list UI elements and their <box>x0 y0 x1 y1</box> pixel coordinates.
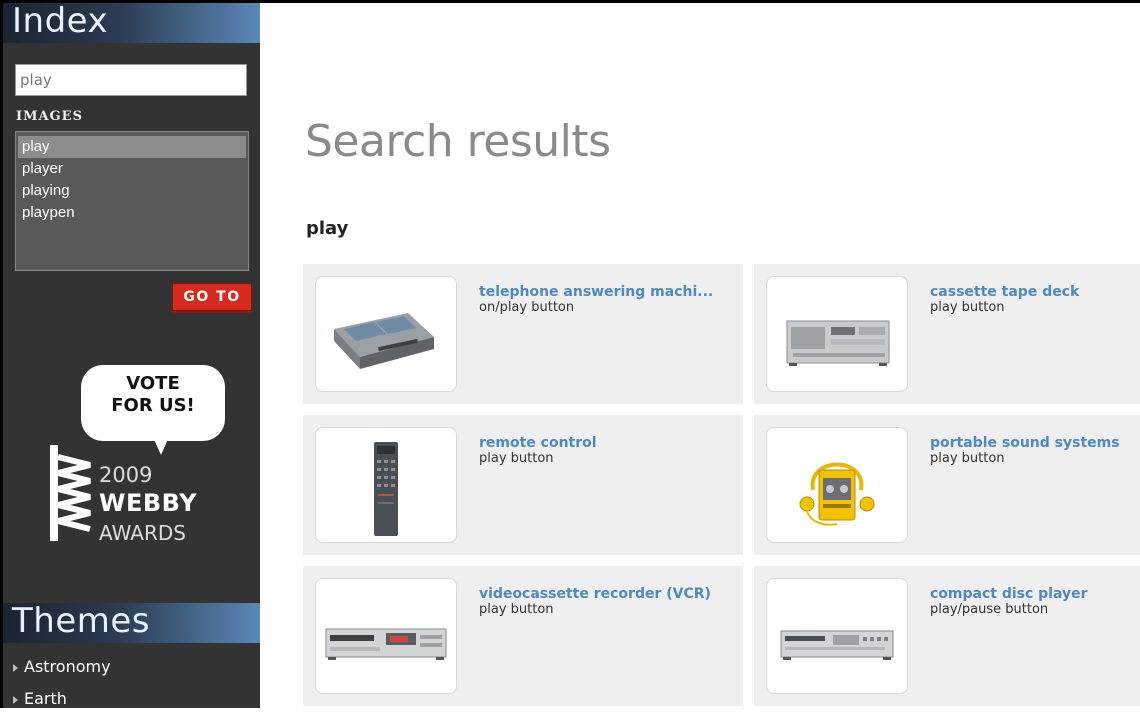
result-title[interactable]: compact disc player <box>930 586 1140 602</box>
sidebar: Index IMAGES play player playing playpen… <box>3 1 260 708</box>
result-title[interactable]: remote control <box>479 435 741 451</box>
result-card[interactable]: remote control play button <box>303 415 743 555</box>
theme-item-astronomy[interactable]: Astronomy <box>13 657 111 689</box>
caret-right-icon <box>13 663 18 672</box>
index-title: Index <box>12 1 109 41</box>
result-title[interactable]: cassette tape deck <box>930 284 1140 300</box>
result-subtitle: on/play button <box>479 300 575 315</box>
listbox-item-playing[interactable]: playing <box>18 180 246 202</box>
goto-button[interactable]: GO TO <box>172 283 252 311</box>
result-subtitle: play button <box>930 300 1005 315</box>
answering-machine-image[interactable] <box>315 276 457 392</box>
portable-cassette-player-image[interactable] <box>766 427 908 543</box>
result-card[interactable]: videocassette recorder (VCR) play button <box>303 566 743 706</box>
result-subtitle: play button <box>479 602 554 617</box>
vote-text[interactable]: VOTE FOR US! <box>81 373 225 417</box>
cassette-deck-image[interactable] <box>766 276 908 392</box>
search-input[interactable] <box>15 64 247 96</box>
vote-line1: VOTE <box>126 373 180 394</box>
listbox-item-player[interactable]: player <box>18 158 246 180</box>
result-title[interactable]: telephone answering machi... <box>479 284 741 300</box>
webby-awards: AWARDS <box>99 521 186 545</box>
webby-spring-icon <box>50 445 91 541</box>
vote-bubble-tail <box>153 437 169 455</box>
caret-right-icon <box>13 695 18 704</box>
result-title[interactable]: portable sound systems <box>930 435 1140 451</box>
webby-year: 2009 <box>99 463 153 487</box>
listbox-item-play[interactable]: play <box>18 136 246 158</box>
themes-title: Themes <box>12 601 150 641</box>
theme-item-earth[interactable]: Earth <box>13 689 111 721</box>
result-subtitle: play button <box>479 451 554 466</box>
images-listbox[interactable]: play player playing playpen <box>15 131 249 271</box>
listbox-item-playpen[interactable]: playpen <box>18 202 246 224</box>
vote-line2: FOR US! <box>111 395 195 416</box>
themes-list: Astronomy Earth <box>13 657 111 721</box>
themes-header: Themes <box>3 601 260 643</box>
result-subtitle: play/pause button <box>930 602 1049 617</box>
vcr-image[interactable] <box>315 578 457 694</box>
theme-label: Astronomy <box>24 657 111 676</box>
result-card[interactable]: compact disc player play/pause button <box>754 566 1140 706</box>
images-label: IMAGES <box>16 109 83 124</box>
result-card[interactable]: portable sound systems play button <box>754 415 1140 555</box>
query-label: play <box>306 218 349 239</box>
result-card[interactable]: telephone answering machi... on/play but… <box>303 264 743 404</box>
cd-player-image[interactable] <box>766 578 908 694</box>
page-title: Search results <box>305 116 611 167</box>
index-header: Index <box>3 1 260 43</box>
theme-label: Earth <box>24 689 67 708</box>
result-title[interactable]: videocassette recorder (VCR) <box>479 586 741 602</box>
remote-control-image[interactable] <box>315 427 457 543</box>
webby-name: WEBBY <box>99 489 198 517</box>
result-card[interactable]: cassette tape deck play button <box>754 264 1140 404</box>
result-subtitle: play button <box>930 451 1005 466</box>
